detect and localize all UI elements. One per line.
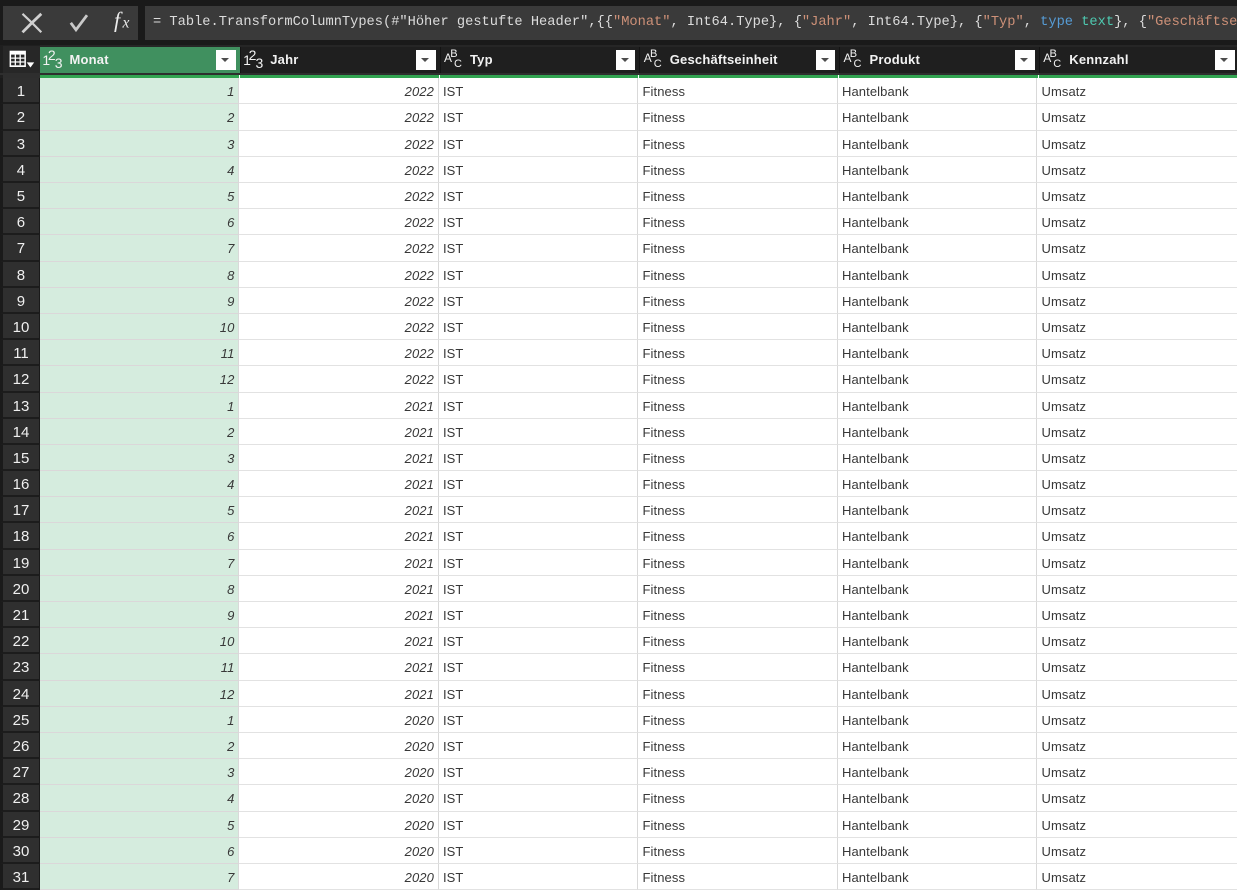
svg-text:x: x <box>122 15 130 32</box>
